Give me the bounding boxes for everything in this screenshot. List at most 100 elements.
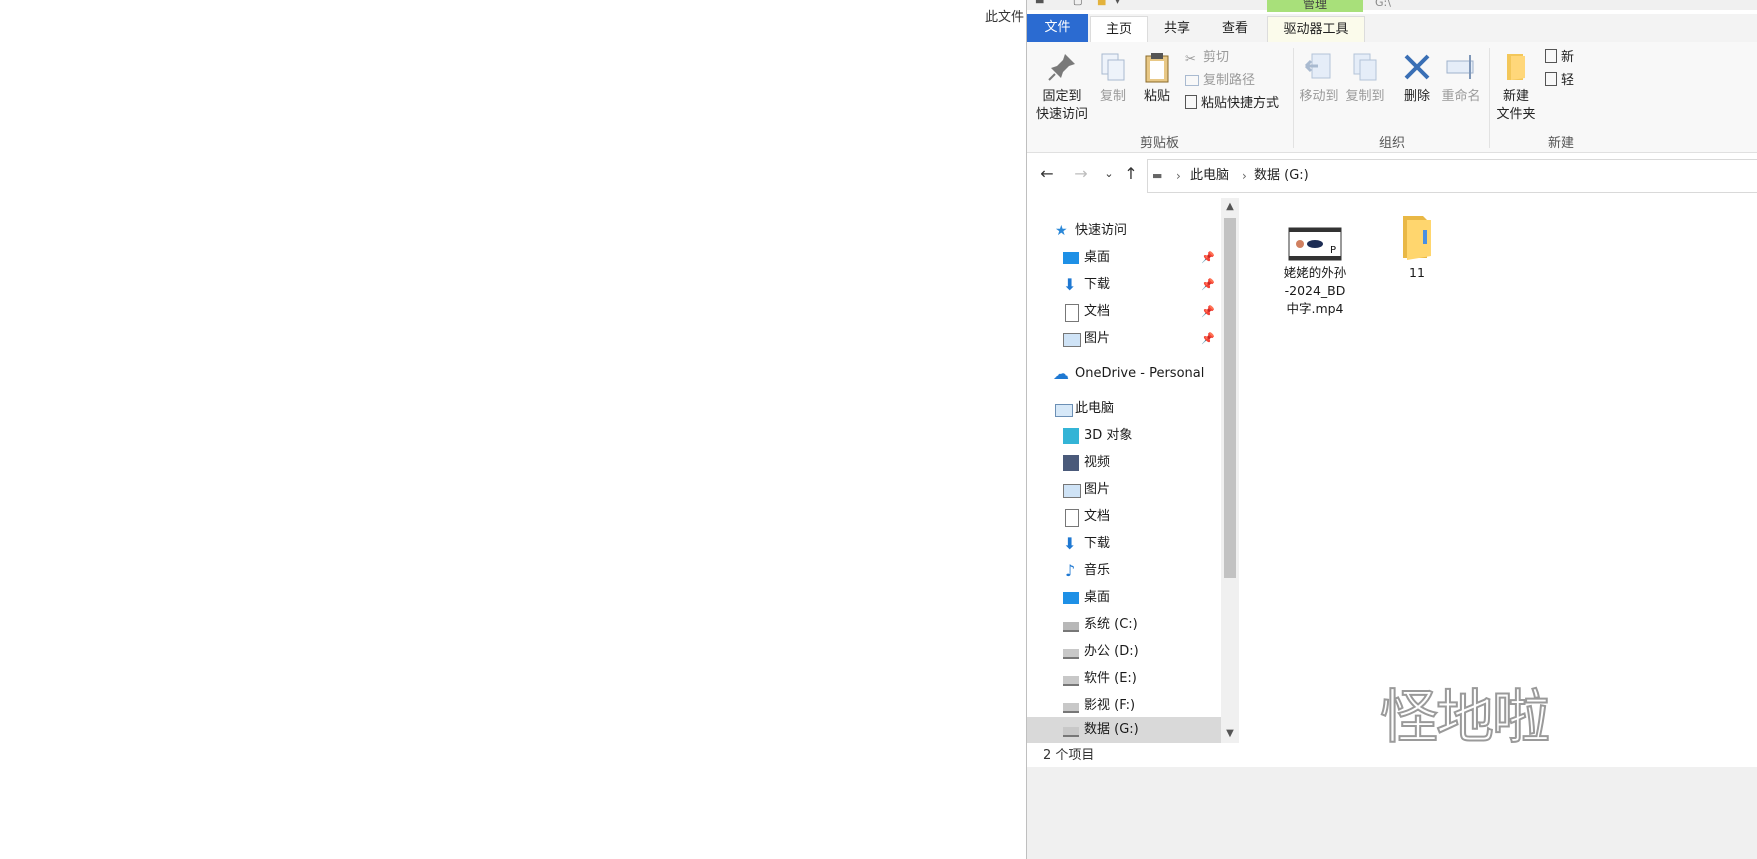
copy-to-label: 复制到 <box>1345 89 1385 104</box>
nav-label: 软件 (E:) <box>1084 671 1137 686</box>
properties-icon[interactable]: ▢ <box>1073 0 1082 7</box>
nav-quick-access[interactable]: ★ 快速访问 <box>1027 218 1221 244</box>
folder-item-11[interactable]: 11 <box>1377 212 1457 282</box>
nav-pane-scrollbar[interactable]: ▲ ▼ <box>1221 198 1239 743</box>
pinned-icon: 📌 <box>1201 251 1215 264</box>
desktop-icon <box>1063 592 1079 604</box>
tab-manage[interactable]: 管理 <box>1267 0 1363 12</box>
nav-label: 视频 <box>1084 455 1111 470</box>
delete-x-icon <box>1404 54 1430 80</box>
rename-label: 重命名 <box>1441 89 1481 104</box>
pinned-icon: 📌 <box>1201 332 1215 345</box>
nav-pc-downloads[interactable]: ⬇ 下载 <box>1027 531 1221 557</box>
copy-label: 复制 <box>1099 89 1126 104</box>
nav-pc-desktop[interactable]: 桌面 <box>1027 585 1221 611</box>
nav-quick-desktop[interactable]: 桌面 📌 <box>1027 245 1221 271</box>
below-window-area <box>1027 767 1757 859</box>
nav-pc-3d-objects[interactable]: 3D 对象 <box>1027 423 1221 449</box>
nav-label: 图片 <box>1084 331 1111 346</box>
scroll-up-arrow-icon[interactable]: ▲ <box>1221 198 1239 216</box>
address-bar[interactable]: ▬ › 此电脑 › 数据 (G:) <box>1147 159 1757 193</box>
easy-access-button[interactable]: 轻 <box>1545 71 1574 91</box>
breadcrumb-chevron-icon[interactable]: › <box>1242 160 1247 192</box>
nav-label: 办公 (D:) <box>1084 644 1139 659</box>
clipboard-group-label: 剪贴板 <box>1140 136 1180 151</box>
breadcrumb-chevron-icon[interactable]: › <box>1176 160 1181 192</box>
paste-label: 粘贴 <box>1143 89 1170 104</box>
ribbon-home: 固定到 快速访问 复制 粘贴 ✂ 剪切 复制路径 粘贴快捷方式 剪贴板 移动到 <box>1027 42 1757 153</box>
drive-icon: ▬ <box>1035 0 1045 7</box>
nav-this-pc[interactable]: 此电脑 <box>1027 396 1221 422</box>
ribbon-tabs: 文件 主页 共享 查看 驱动器工具 <box>1027 14 1757 43</box>
copy-path-button[interactable]: 复制路径 <box>1185 71 1255 91</box>
move-to-button[interactable]: 移动到 <box>1297 50 1341 106</box>
nav-drive-d[interactable]: 办公 (D:) <box>1027 639 1221 665</box>
nav-drive-c[interactable]: 系统 (C:) <box>1027 612 1221 638</box>
navigation-pane: ★ 快速访问 桌面 📌 ⬇ 下载 📌 文档 📌 图片 📌 ☁ OneDrive … <box>1027 198 1239 743</box>
pin-quick-access-button[interactable]: 固定到 快速访问 <box>1033 50 1091 124</box>
watermark: 怪地啦 <box>1379 682 1551 752</box>
nav-pc-documents[interactable]: 文档 <box>1027 504 1221 530</box>
nav-label: 快速访问 <box>1075 223 1128 238</box>
copy-path-icon <box>1185 75 1199 86</box>
paste-icon <box>1145 53 1169 83</box>
nav-drive-g[interactable]: 数据 (G:) <box>1027 717 1221 743</box>
paste-shortcut-button[interactable]: 粘贴快捷方式 <box>1185 94 1279 114</box>
pinned-icon: 📌 <box>1201 278 1215 291</box>
nav-label: 下载 <box>1084 277 1111 292</box>
drive-icon <box>1063 727 1079 737</box>
back-arrow-icon[interactable]: ← <box>1037 164 1057 184</box>
nav-drive-f[interactable]: 影视 (F:) <box>1027 693 1221 719</box>
tab-drive-tools[interactable]: 驱动器工具 <box>1267 16 1365 43</box>
nav-pc-music[interactable]: ♪ 音乐 <box>1027 558 1221 584</box>
paste-shortcut-label: 粘贴快捷方式 <box>1201 96 1280 111</box>
breadcrumb-drive-g[interactable]: 数据 (G:) <box>1254 160 1309 192</box>
delete-button[interactable]: 删除 <box>1397 50 1437 106</box>
drive-icon <box>1063 703 1079 713</box>
nav-pc-pictures[interactable]: 图片 <box>1027 477 1221 503</box>
document-icon <box>1065 509 1079 527</box>
move-to-icon <box>1304 53 1331 79</box>
rename-button[interactable]: 重命名 <box>1439 50 1483 106</box>
new-item-button[interactable]: 新 <box>1545 48 1574 68</box>
window-title: G:\ <box>1375 0 1391 9</box>
background-window-text: 此文件 <box>985 10 1025 25</box>
group-separator <box>1293 48 1294 148</box>
drive-icon: ▬ <box>1152 169 1163 182</box>
scroll-down-arrow-icon[interactable]: ▼ <box>1221 725 1239 743</box>
svg-text:P: P <box>1330 245 1336 256</box>
breadcrumb-this-pc[interactable]: 此电脑 <box>1190 160 1229 192</box>
new-folder-button[interactable]: 新建 文件夹 <box>1493 50 1539 124</box>
file-item-video[interactable]: P 姥姥的外孙 -2024_BD 中字.mp4 <box>1275 226 1355 318</box>
customize-qa-icon[interactable]: ▾ <box>1115 0 1120 7</box>
tab-share[interactable]: 共享 <box>1149 16 1205 42</box>
nav-drive-e[interactable]: 软件 (E:) <box>1027 666 1221 692</box>
nav-quick-documents[interactable]: 文档 📌 <box>1027 299 1221 325</box>
tab-view[interactable]: 查看 <box>1207 16 1263 42</box>
recent-locations-chevron-icon[interactable]: ⌄ <box>1099 164 1119 184</box>
nav-quick-pictures[interactable]: 图片 📌 <box>1027 326 1221 352</box>
nav-onedrive[interactable]: ☁ OneDrive - Personal <box>1027 361 1221 387</box>
new-group-label: 新建 <box>1548 136 1575 151</box>
scroll-thumb[interactable] <box>1224 218 1236 578</box>
folder-icon[interactable]: ■ <box>1097 0 1106 7</box>
nav-quick-downloads[interactable]: ⬇ 下载 📌 <box>1027 272 1221 298</box>
file-name-line3: 中字.mp4 <box>1286 301 1344 316</box>
nav-pc-videos[interactable]: 视频 <box>1027 450 1221 476</box>
copy-to-button[interactable]: 复制到 <box>1343 50 1387 106</box>
nav-label: 系统 (C:) <box>1084 617 1138 632</box>
tab-home[interactable]: 主页 <box>1090 16 1148 43</box>
copy-path-label: 复制路径 <box>1203 73 1256 88</box>
music-note-icon: ♪ <box>1065 561 1076 580</box>
copy-button[interactable]: 复制 <box>1095 50 1131 106</box>
forward-arrow-icon[interactable]: → <box>1071 164 1091 184</box>
scissors-icon: ✂ <box>1185 52 1196 67</box>
up-arrow-icon[interactable]: ↑ <box>1121 164 1141 184</box>
copy-icon <box>1101 53 1125 81</box>
cut-button[interactable]: ✂ 剪切 <box>1185 48 1229 68</box>
easy-access-label: 轻 <box>1561 73 1575 88</box>
nav-label: 数据 (G:) <box>1084 722 1139 737</box>
paste-button[interactable]: 粘贴 <box>1139 50 1175 106</box>
tab-file[interactable]: 文件 <box>1027 14 1088 42</box>
nav-label: OneDrive - Personal <box>1075 366 1205 381</box>
